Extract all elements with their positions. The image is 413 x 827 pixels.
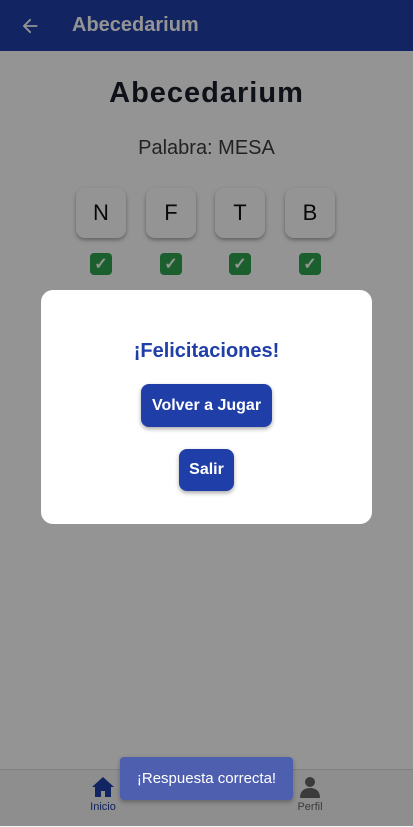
toast-message: ¡Respuesta correcta! — [120, 757, 293, 800]
dialog-title: ¡Felicitaciones! — [133, 340, 280, 362]
congratulations-dialog: ¡Felicitaciones! Volver a Jugar Salir — [41, 290, 372, 524]
exit-button[interactable]: Salir — [179, 449, 234, 491]
play-again-button[interactable]: Volver a Jugar — [141, 384, 272, 427]
